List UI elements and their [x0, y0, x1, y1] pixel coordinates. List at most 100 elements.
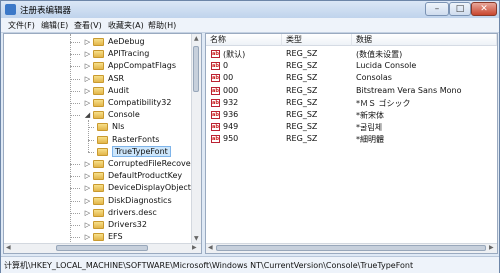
values-pane[interactable]: 名称 类型 数据 ab (默认) REG_SZ (数值未设置) ab 0 REG_SZ Luc… [205, 33, 498, 254]
tree-node[interactable]: ▷ Drivers32 [4, 220, 192, 231]
column-header-data[interactable]: 数据 [352, 34, 497, 46]
tree-node-label: CorruptedFileRecovery [108, 159, 199, 168]
tree-guide-line [70, 176, 80, 178]
tree-guide-line [70, 115, 80, 117]
expand-arrow-icon[interactable]: ▷ [84, 75, 91, 83]
status-path: 计算机\HKEY_LOCAL_MACHINE\SOFTWARE\Microsof… [4, 261, 414, 270]
scroll-right-arrow-icon[interactable]: ▶ [192, 244, 197, 252]
folder-icon [93, 50, 104, 59]
folder-icon [93, 160, 104, 168]
string-value-icon: ab [211, 86, 220, 95]
tree-node-label: ASR [108, 73, 125, 83]
tree-node[interactable]: ▷ DefaultProductKey [4, 171, 192, 182]
value-row[interactable]: ab 000 REG_SZ Bitstream Vera Sans Mono [206, 86, 497, 97]
value-data: *굴림체 [356, 123, 383, 133]
folder-icon [93, 99, 104, 107]
tree-node[interactable]: Nls [4, 122, 192, 133]
scroll-up-arrow-icon[interactable]: ▲ [194, 35, 199, 43]
tree-scroll-thumb[interactable] [193, 46, 199, 92]
tree-node[interactable]: ▷ Compatibility32 [4, 98, 192, 109]
close-button[interactable]: ✕ [471, 2, 497, 16]
value-type: REG_SZ [286, 97, 318, 107]
tree-guide-line [70, 90, 80, 92]
folder-icon [97, 123, 108, 132]
menu-help[interactable]: 帮助(H) [148, 20, 176, 31]
string-value-icon: ab [211, 135, 220, 144]
tree-node[interactable]: ▷ drivers.desc [4, 208, 192, 219]
tree-node[interactable]: ▷ APITracing [4, 49, 192, 60]
menu-favorites[interactable]: 收藏夹(A) [108, 20, 144, 31]
value-data: (数值未设置) [356, 50, 403, 59]
tree-node-label: Drivers32 [108, 220, 147, 229]
string-value-icon: ab [211, 74, 220, 83]
scroll-down-arrow-icon[interactable]: ▼ [194, 235, 199, 243]
value-row[interactable]: ab 936 REG_SZ *新宋体 [206, 110, 497, 121]
scroll-right-arrow-icon[interactable]: ▶ [489, 244, 494, 252]
value-data: *細明體 [356, 135, 384, 145]
tree-node[interactable]: ◢ Console [4, 110, 192, 121]
expand-arrow-icon[interactable]: ▷ [84, 185, 91, 192]
tree-node[interactable]: ▷ AppCompatFlags [4, 61, 192, 72]
values-hscroll-thumb[interactable] [216, 245, 486, 251]
maximize-button[interactable]: □ [449, 2, 471, 16]
tree-node-label: AppCompatFlags [108, 61, 176, 71]
tree-node[interactable]: ▷ ASR [4, 74, 192, 85]
expand-arrow-icon[interactable]: ▷ [84, 39, 91, 46]
tree-node-label: APITracing [108, 49, 150, 59]
column-header-name[interactable]: 名称 [206, 34, 282, 46]
expand-arrow-icon[interactable]: ▷ [84, 209, 91, 217]
expand-arrow-icon[interactable]: ▷ [84, 161, 91, 168]
regedit-app-icon [5, 4, 16, 15]
minimize-button[interactable]: – [425, 2, 449, 16]
value-row[interactable]: ab 950 REG_SZ *細明體 [206, 134, 497, 145]
tree-node[interactable]: ▷ EFS [4, 232, 192, 243]
menu-view[interactable]: 查看(V) [74, 20, 102, 31]
tree-node-label: drivers.desc [108, 207, 157, 217]
tree-node[interactable]: ▷ DeviceDisplayObjects [4, 183, 195, 194]
tree-node[interactable]: RasterFonts [4, 135, 192, 146]
expand-arrow-icon[interactable]: ▷ [84, 63, 91, 70]
menu-edit[interactable]: 编辑(E) [41, 20, 68, 31]
value-name: 932 [223, 97, 239, 107]
tree-node[interactable]: ▷ DiskDiagnostics [4, 196, 192, 207]
expand-arrow-icon[interactable]: ▷ [84, 234, 91, 241]
tree-guide-line [88, 151, 94, 153]
tree-guide-line [70, 188, 80, 190]
expand-arrow-icon[interactable]: ▷ [84, 100, 91, 107]
registry-tree-pane[interactable]: ▷ AeDebug ▷ APITracing ▷ AppCompatFlags ▷ ASR ▷ A… [3, 33, 202, 254]
expand-arrow-icon[interactable]: ▷ [84, 87, 91, 95]
title-bar[interactable]: 注册表编辑器 – □ ✕ [1, 1, 499, 18]
expand-arrow-icon[interactable]: ▷ [84, 173, 91, 180]
tree-node-label: AeDebug [108, 37, 145, 46]
string-value-icon: ab [211, 62, 220, 71]
value-row[interactable]: ab 00 REG_SZ Consolas [206, 73, 497, 84]
tree-node[interactable]: ▷ AeDebug [4, 37, 192, 48]
expand-arrow-icon[interactable]: ▷ [84, 197, 91, 205]
value-data: Consolas [356, 73, 392, 83]
value-row[interactable]: ab 932 REG_SZ *ＭＳ ゴシック [206, 98, 497, 109]
collapse-arrow-icon[interactable]: ◢ [84, 112, 91, 119]
expand-arrow-icon[interactable]: ▷ [84, 222, 91, 229]
column-header-type[interactable]: 类型 [282, 34, 352, 46]
menu-file[interactable]: 文件(F) [8, 20, 35, 31]
tree-hscroll-thumb[interactable] [56, 245, 148, 251]
folder-icon [93, 172, 104, 181]
tree-guide-line [70, 164, 80, 165]
tree-node[interactable]: TrueTypeFont [4, 145, 192, 158]
tree-vertical-scrollbar[interactable]: ▲ ▼ [191, 34, 201, 244]
tree-horizontal-scrollbar[interactable]: ◀ ▶ [4, 243, 201, 253]
folder-icon [93, 74, 104, 83]
value-data: *ＭＳ ゴシック [356, 98, 411, 108]
scroll-left-arrow-icon[interactable]: ◀ [6, 244, 11, 252]
value-row[interactable]: ab (默认) REG_SZ (数值未设置) [206, 49, 497, 60]
tree-node[interactable]: ▷ CorruptedFileRecovery [4, 159, 199, 170]
tree-node[interactable]: ▷ Audit [4, 86, 192, 97]
scroll-left-arrow-icon[interactable]: ◀ [208, 244, 213, 252]
folder-icon [93, 208, 104, 217]
values-horizontal-scrollbar[interactable]: ◀ ▶ [206, 243, 497, 253]
tree-node-label: Compatibility32 [108, 98, 172, 107]
value-row[interactable]: ab 0 REG_SZ Lucida Console [206, 61, 497, 72]
value-name: 000 [223, 85, 239, 95]
expand-arrow-icon[interactable]: ▷ [84, 51, 91, 58]
value-row[interactable]: ab 949 REG_SZ *굴림체 [206, 122, 497, 133]
